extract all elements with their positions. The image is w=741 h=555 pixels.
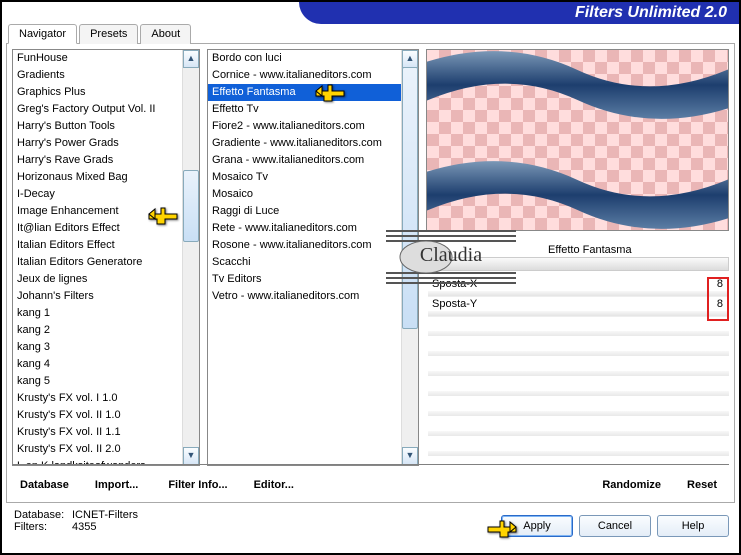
- panel-bottom-commands: Database Import... Filter Info... Editor…: [12, 464, 729, 499]
- list-item[interactable]: Effetto Tv: [208, 101, 402, 118]
- status-filters-value: 4355: [72, 521, 96, 533]
- list-item[interactable]: Horizonaus Mixed Bag: [13, 169, 183, 186]
- tab-about[interactable]: About: [140, 24, 191, 44]
- list-item[interactable]: It@lian Editors Effect: [13, 220, 183, 237]
- list-item[interactable]: Krusty's FX vol. II 2.0: [13, 441, 183, 458]
- list-item[interactable]: Krusty's FX vol. II 1.0: [13, 407, 183, 424]
- app-title: Filters Unlimited 2.0: [575, 4, 727, 22]
- effect-preview: [426, 49, 729, 231]
- list-item[interactable]: Bordo con luci: [208, 50, 402, 67]
- list-item[interactable]: Italian Editors Generatore: [13, 254, 183, 271]
- import-button[interactable]: Import...: [87, 479, 138, 491]
- list-item[interactable]: Greg's Factory Output Vol. II: [13, 101, 183, 118]
- scroll-up-icon[interactable]: ▲: [402, 50, 418, 68]
- list-item[interactable]: Raggi di Luce: [208, 203, 402, 220]
- tab-bar: Navigator Presets About: [8, 24, 193, 44]
- scroll-thumb[interactable]: [402, 67, 418, 329]
- param-slider-empty: [428, 411, 729, 416]
- scroll-down-icon[interactable]: ▼: [183, 447, 199, 465]
- tab-navigator[interactable]: Navigator: [8, 24, 77, 44]
- scroll-up-icon[interactable]: ▲: [183, 50, 199, 68]
- filter-list: Bordo con luciCornice - www.italianedito…: [207, 49, 419, 466]
- reset-button[interactable]: Reset: [679, 479, 729, 491]
- list-item[interactable]: Vetro - www.italianeditors.com: [208, 288, 402, 305]
- list-item[interactable]: Harry's Power Grads: [13, 135, 183, 152]
- database-button[interactable]: Database: [12, 479, 69, 491]
- list-item[interactable]: kang 2: [13, 322, 183, 339]
- title-banner: Filters Unlimited 2.0: [2, 2, 739, 24]
- param-slider-empty: [428, 331, 729, 336]
- parameters-pane: Effetto Fantasma Sposta-X 8 Sposta-Y 8: [428, 242, 729, 466]
- list-item[interactable]: Graphics Plus: [13, 84, 183, 101]
- effect-name-label: Effetto Fantasma: [428, 242, 729, 257]
- param-row: Sposta-X 8: [428, 277, 729, 297]
- status-text: Database:ICNET-Filters Filters:4355: [14, 509, 138, 533]
- status-filters-label: Filters:: [14, 521, 72, 533]
- list-item[interactable]: Fiore2 - www.italianeditors.com: [208, 118, 402, 135]
- list-item[interactable]: Grana - www.italianeditors.com: [208, 152, 402, 169]
- scroll-down-icon[interactable]: ▼: [402, 447, 418, 465]
- param-slider-empty: [428, 431, 729, 436]
- filter-info-button[interactable]: Filter Info...: [160, 479, 227, 491]
- param-slider-empty: [428, 371, 729, 376]
- list-item[interactable]: Scacchi: [208, 254, 402, 271]
- list-item[interactable]: FunHouse: [13, 50, 183, 67]
- scroll-thumb[interactable]: [183, 170, 199, 242]
- list-item[interactable]: Rosone - www.italianeditors.com: [208, 237, 402, 254]
- list-item[interactable]: kang 1: [13, 305, 183, 322]
- category-list: FunHouseGradientsGraphics PlusGreg's Fac…: [12, 49, 200, 466]
- list-item[interactable]: Gradiente - www.italianeditors.com: [208, 135, 402, 152]
- list-item[interactable]: Image Enhancement: [13, 203, 183, 220]
- status-db-label: Database:: [14, 509, 72, 521]
- filter-scrollbar[interactable]: ▲ ▼: [401, 50, 418, 465]
- list-item[interactable]: Krusty's FX vol. II 1.1: [13, 424, 183, 441]
- list-item[interactable]: Gradients: [13, 67, 183, 84]
- param-slider-empty: [428, 391, 729, 396]
- randomize-button[interactable]: Randomize: [594, 479, 661, 491]
- list-item[interactable]: Harry's Rave Grads: [13, 152, 183, 169]
- list-item[interactable]: Krusty's FX vol. I 1.0: [13, 390, 183, 407]
- list-item[interactable]: Cornice - www.italianeditors.com: [208, 67, 402, 84]
- tab-presets[interactable]: Presets: [79, 24, 138, 44]
- list-item[interactable]: Italian Editors Effect: [13, 237, 183, 254]
- list-item[interactable]: Johann's Filters: [13, 288, 183, 305]
- param-value: 8: [717, 298, 723, 310]
- list-item[interactable]: Mosaico Tv: [208, 169, 402, 186]
- list-item[interactable]: kang 5: [13, 373, 183, 390]
- list-item[interactable]: Effetto Fantasma: [208, 84, 402, 101]
- param-label: Sposta-Y: [432, 298, 477, 310]
- list-item[interactable]: Jeux de lignes: [13, 271, 183, 288]
- list-item[interactable]: Mosaico: [208, 186, 402, 203]
- status-db-value: ICNET-Filters: [72, 509, 138, 521]
- list-item[interactable]: Harry's Button Tools: [13, 118, 183, 135]
- apply-button[interactable]: Apply: [501, 515, 573, 537]
- params-header-bar: [428, 257, 729, 271]
- list-item[interactable]: Tv Editors: [208, 271, 402, 288]
- cancel-button[interactable]: Cancel: [579, 515, 651, 537]
- main-panel: FunHouseGradientsGraphics PlusGreg's Fac…: [6, 43, 735, 503]
- list-item[interactable]: kang 3: [13, 339, 183, 356]
- param-slider-empty: [428, 451, 729, 456]
- help-button[interactable]: Help: [657, 515, 729, 537]
- param-label: Sposta-X: [432, 278, 477, 290]
- editor-button[interactable]: Editor...: [246, 479, 294, 491]
- param-value: 8: [717, 278, 723, 290]
- list-item[interactable]: I-Decay: [13, 186, 183, 203]
- param-slider-empty: [428, 351, 729, 356]
- footer: Database:ICNET-Filters Filters:4355 Appl…: [6, 505, 735, 549]
- param-row: Sposta-Y 8: [428, 297, 729, 317]
- list-item[interactable]: kang 4: [13, 356, 183, 373]
- list-item[interactable]: Rete - www.italianeditors.com: [208, 220, 402, 237]
- category-scrollbar[interactable]: ▲ ▼: [182, 50, 199, 465]
